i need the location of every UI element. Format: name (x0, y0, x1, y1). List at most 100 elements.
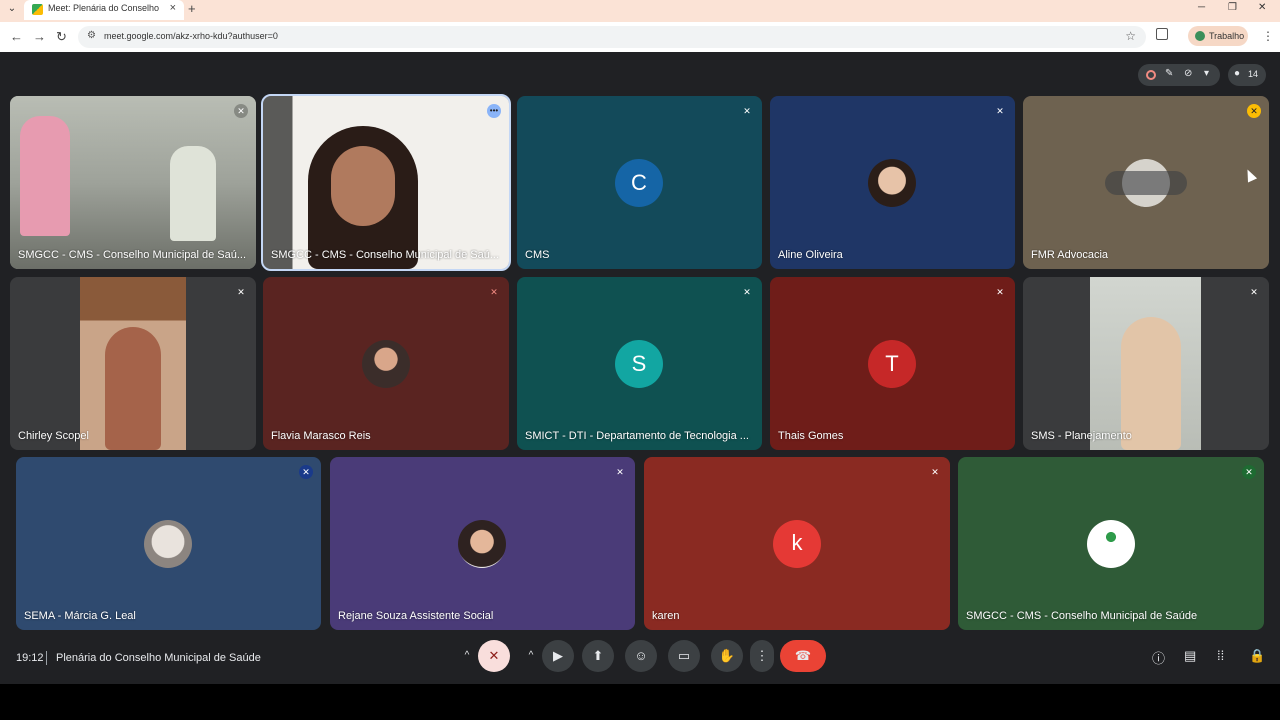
participant-tile[interactable]: ✕ Chirley Scopel (10, 277, 256, 450)
profile-button[interactable]: Trabalho (1188, 26, 1248, 46)
participant-count: 14 (1248, 69, 1259, 79)
profile-avatar (1195, 31, 1205, 41)
camera-off-icon[interactable]: ⊘ (1184, 68, 1192, 79)
face-shape (331, 146, 395, 226)
microphone-toggle-button[interactable]: ✕ (478, 640, 510, 672)
meet-favicon-icon (32, 4, 43, 15)
raise-hand-button[interactable]: ✋ (711, 640, 743, 672)
audio-options-chevron-icon[interactable]: ^ (455, 640, 479, 672)
participant-name: karen (652, 610, 680, 622)
participant-tile[interactable]: k ✕ karen (644, 457, 950, 630)
participant-tile[interactable]: ✕ Flavia Marasco Reis (263, 277, 509, 450)
participant-avatar: S (615, 340, 663, 388)
site-info-icon[interactable]: ⚙ (87, 30, 96, 41)
record-indicator-icon (1146, 70, 1156, 80)
extensions-icon[interactable] (1156, 28, 1168, 40)
profile-label: Trabalho (1209, 31, 1245, 41)
participant-avatar: k (773, 520, 821, 568)
top-status-bar: ✎ ⊘ ▾ ● 14 (1138, 64, 1268, 86)
meeting-info-icon[interactable]: ⓘ (1152, 648, 1165, 667)
person-shape (20, 116, 70, 236)
participant-avatar (868, 159, 916, 207)
tile-hover-controls[interactable] (1105, 171, 1187, 195)
more-options-button[interactable]: ⋮ (750, 640, 774, 672)
participant-name: Thais Gomes (778, 430, 844, 442)
participant-name: SMICT - DTI - Departamento de Tecnologia… (525, 430, 749, 442)
people-button[interactable]: ● 14 (1228, 64, 1266, 86)
bottom-control-bar: 19:12 Plenária do Conselho Municipal de … (0, 638, 1280, 684)
window-close-button[interactable]: ✕ (1258, 2, 1266, 13)
participant-name: SEMA - Márcia G. Leal (24, 610, 136, 622)
chat-icon[interactable]: ▤ (1184, 648, 1196, 664)
bookmark-star-icon[interactable]: ☆ (1125, 29, 1136, 43)
participant-tile[interactable]: ✕ SMGCC - CMS - Conselho Municipal de Sa… (10, 96, 256, 269)
activities-icon[interactable]: ⁞⁞ (1217, 648, 1224, 663)
url-text: meet.google.com/akz-xrho-kdu?authuser=0 (104, 31, 278, 41)
tab-meet[interactable]: Meet: Plenária do Conselho × (24, 0, 184, 20)
reload-icon[interactable]: ↻ (56, 29, 67, 45)
participant-tile[interactable]: ✕ Aline Oliveira (770, 96, 1015, 269)
participant-tile[interactable]: ✕ SMS - Planejamento (1023, 277, 1269, 450)
muted-mic-icon: ✕ (1250, 287, 1258, 297)
participant-name: Chirley Scopel (18, 430, 89, 442)
muted-mic-icon: ✕ (743, 106, 751, 116)
notes-icon[interactable]: ✎ (1165, 68, 1173, 79)
new-tab-button[interactable]: + (188, 1, 196, 16)
camera-toggle-button[interactable]: ▶ (542, 640, 574, 672)
participant-avatar (458, 520, 506, 568)
address-bar[interactable]: ⚙ meet.google.com/akz-xrho-kdu?authuser=… (78, 26, 1146, 48)
participant-tile[interactable]: ✕ Rejane Souza Assistente Social (330, 457, 635, 630)
participant-name: SMS - Planejamento (1031, 430, 1132, 442)
muted-mic-icon: ✕ (931, 467, 939, 477)
participant-name: SMGCC - CMS - Conselho Municipal de Saú.… (271, 249, 500, 261)
tab-close-icon[interactable]: × (170, 2, 176, 14)
browser-toolbar: ← → ↻ ⚙ meet.google.com/akz-xrho-kdu?aut… (0, 22, 1280, 52)
meet-stage: ✎ ⊘ ▾ ● 14 ✕ SMGCC - CMS - Conselho Muni… (0, 52, 1280, 684)
minimize-button[interactable]: ─ (1198, 2, 1205, 13)
present-screen-button[interactable]: ⬆ (582, 640, 614, 672)
captions-button[interactable]: ▭ (668, 640, 700, 672)
participant-name: CMS (525, 249, 550, 261)
participant-avatar: C (615, 159, 663, 207)
cms-logo-icon (1101, 530, 1121, 544)
participant-tile[interactable]: S ✕ SMICT - DTI - Departamento de Tecnol… (517, 277, 762, 450)
participant-tile[interactable]: ✕ SMGCC - CMS - Conselho Municipal de Sa… (958, 457, 1264, 630)
muted-mic-icon: ✕ (996, 106, 1004, 116)
video-options-chevron-icon[interactable]: ^ (519, 640, 543, 672)
more-options-icon[interactable]: ••• (487, 104, 501, 118)
forward-icon[interactable]: → (33, 29, 46, 44)
participant-name: Flavia Marasco Reis (271, 430, 371, 442)
muted-mic-icon: ✕ (1242, 465, 1256, 479)
reactions-button[interactable]: ☺ (625, 640, 657, 672)
person-shape (170, 146, 216, 241)
muted-mic-icon: ✕ (743, 287, 751, 297)
host-controls-icon[interactable]: 🔒 (1249, 648, 1265, 664)
divider (46, 651, 47, 665)
tab-search-icon[interactable]: ⌄ (6, 3, 18, 15)
restore-button[interactable]: ❐ (1228, 2, 1237, 13)
chevron-down-icon[interactable]: ▾ (1204, 68, 1209, 79)
meeting-clock: 19:12 (16, 652, 44, 664)
participant-name: Rejane Souza Assistente Social (338, 610, 494, 622)
leave-call-button[interactable]: ☎ (780, 640, 826, 672)
person-shape (105, 327, 161, 450)
participant-avatar (144, 520, 192, 568)
participant-tile-speaking[interactable]: ••• SMGCC - CMS - Conselho Municipal de … (261, 94, 511, 271)
participant-tile[interactable]: T ✕ Thais Gomes (770, 277, 1015, 450)
back-icon[interactable]: ← (10, 29, 23, 44)
participant-tile[interactable]: ✕ FMR Advocacia (1023, 96, 1269, 269)
muted-mic-icon: ✕ (1247, 104, 1261, 118)
browser-menu-icon[interactable]: ⋮ (1262, 29, 1274, 43)
participant-name: Aline Oliveira (778, 249, 843, 261)
participant-avatar (362, 340, 410, 388)
muted-mic-icon: ✕ (234, 104, 248, 118)
muted-mic-icon: ✕ (299, 465, 313, 479)
muted-mic-icon: ✕ (490, 287, 498, 297)
participant-tile[interactable]: C ✕ CMS (517, 96, 762, 269)
muted-mic-icon: ✕ (616, 467, 624, 477)
people-icon: ● (1234, 68, 1241, 79)
muted-mic-icon: ✕ (237, 287, 245, 297)
recording-controls[interactable]: ✎ ⊘ ▾ (1138, 64, 1220, 86)
participant-name: FMR Advocacia (1031, 249, 1109, 261)
participant-tile[interactable]: ✕ SEMA - Márcia G. Leal (16, 457, 321, 630)
